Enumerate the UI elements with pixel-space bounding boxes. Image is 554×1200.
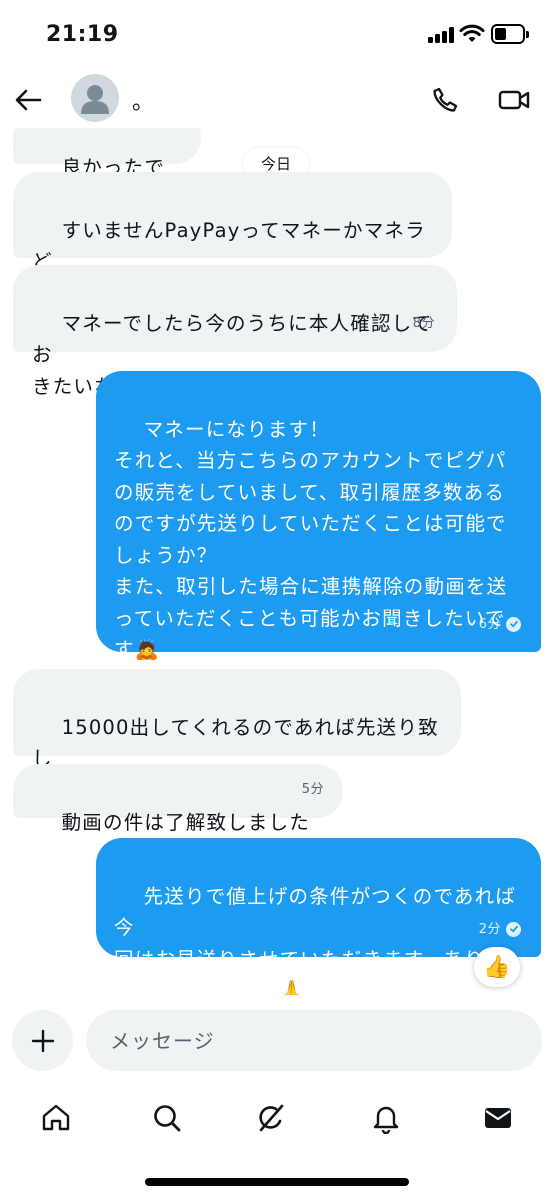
nav-home[interactable] xyxy=(36,1098,76,1138)
message-bubble-incoming[interactable]: 良かったです！ xyxy=(13,128,201,210)
reaction-badge[interactable]: 👍 xyxy=(474,947,520,987)
grok-icon xyxy=(259,1104,284,1132)
default-avatar-icon xyxy=(81,85,109,114)
message-bubble-incoming[interactable]: マネーでしたら今のうちに本人確認してお きたいなと思いまして、、💦 8分 xyxy=(13,265,457,398)
home-icon xyxy=(42,1104,70,1131)
phone-icon xyxy=(433,87,458,112)
arrow-left-icon xyxy=(15,89,42,111)
search-icon xyxy=(154,1105,181,1132)
nav-messages[interactable] xyxy=(478,1098,518,1138)
message-bubble-outgoing[interactable]: 先送りで値上げの条件がつくのであれば今 回はお見送りさせていただきます。ありが … xyxy=(96,838,541,995)
message-status: 6分 xyxy=(479,609,521,641)
status-bar: 21:19 xyxy=(0,0,554,70)
message-input[interactable] xyxy=(86,1010,542,1071)
message-bubble-incoming[interactable]: 動画の件は了解致しました 5分 xyxy=(13,764,343,834)
message-timestamp: 8分 xyxy=(412,315,435,331)
cellular-signal-icon xyxy=(428,27,454,43)
back-button[interactable] xyxy=(10,82,46,118)
call-button[interactable] xyxy=(427,82,463,118)
message-text: マネーになります！ それと、当方こちらのアカウントでピグパ の販売をしていまして… xyxy=(114,417,508,662)
add-attachment-button[interactable] xyxy=(12,1010,73,1071)
conversation-header: 。 xyxy=(0,70,554,128)
bell-icon xyxy=(373,1106,399,1134)
battery-icon xyxy=(491,24,529,44)
check-circle-icon xyxy=(506,921,521,937)
nav-grok[interactable] xyxy=(251,1098,291,1138)
message-list[interactable]: 良かったです！ 今日 すいませんPayPayってマネーかマネラど ちらになります… xyxy=(0,128,554,995)
video-call-button[interactable] xyxy=(494,82,534,118)
message-bubble-incoming[interactable]: すいませんPayPayってマネーかマネラど ちらになりますかね？ xyxy=(13,172,452,305)
avatar[interactable] xyxy=(71,74,119,122)
message-timestamp: 2分 xyxy=(478,921,501,937)
message-text: 先送りで値上げの条件がつくのであれば今 回はお見送りさせていただきます。ありが … xyxy=(114,884,517,996)
video-camera-icon xyxy=(498,90,530,110)
bottom-nav xyxy=(0,1090,554,1146)
message-timestamp: 5分 xyxy=(301,781,324,797)
status-time: 21:19 xyxy=(46,22,119,47)
message-bubble-outgoing[interactable]: マネーになります！ それと、当方こちらのアカウントでピグパ の販売をしていまして… xyxy=(96,371,541,661)
home-indicator[interactable] xyxy=(145,1178,409,1186)
plus-icon xyxy=(31,1029,54,1052)
message-timestamp: 6分 xyxy=(478,616,501,632)
composer xyxy=(0,1010,554,1072)
envelope-icon xyxy=(485,1108,511,1128)
wifi-icon xyxy=(459,24,485,42)
message-text: 動画の件は了解致しました xyxy=(61,810,311,834)
contact-name[interactable]: 。 xyxy=(132,84,154,116)
nav-notifications[interactable] xyxy=(366,1098,406,1138)
nav-search[interactable] xyxy=(147,1098,187,1138)
message-bubble-incoming[interactable]: 15000出してくれるのであれば先送り致し ます xyxy=(13,669,461,802)
check-circle-icon xyxy=(506,616,521,632)
message-status: 2分 xyxy=(479,914,521,946)
